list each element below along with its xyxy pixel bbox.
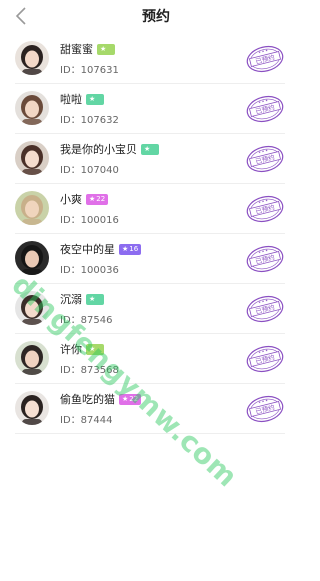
user-id: ID：107040 <box>60 165 119 176</box>
star-icon: ★ <box>89 194 96 203</box>
star-icon: ★ <box>100 44 107 53</box>
top-bar: 预约 <box>0 0 312 32</box>
user-name: 夜空中的星 <box>60 243 115 256</box>
level-badge: ★ <box>141 143 160 155</box>
back-button[interactable] <box>10 5 32 27</box>
name-line: 沉溺 ★ <box>60 292 105 306</box>
level-badge: ★ <box>97 43 116 55</box>
svg-text:已预约: 已预约 <box>254 102 275 115</box>
user-name: 偷鱼吃的猫 <box>60 393 115 406</box>
svg-text:★ ★ ★: ★ ★ ★ <box>258 198 269 204</box>
avatar[interactable] <box>15 241 49 275</box>
user-name: 小爽 <box>60 193 82 206</box>
user-name: 啦啦 <box>60 93 82 106</box>
star-icon: ★ <box>89 94 96 103</box>
svg-text:已预约: 已预约 <box>254 352 275 365</box>
reserved-stamp: 已预约 ★ ★ ★ <box>245 244 285 274</box>
reservation-list: 甜蜜蜜 ★ ID：107631 已预约 ★ ★ ★ 啦啦 ★ ID：107632 已预约 ★ ★ … <box>0 34 312 434</box>
avatar[interactable] <box>15 141 49 175</box>
reserved-stamp: 已预约 ★ ★ ★ <box>245 194 285 224</box>
name-line: 夜空中的星 ★ 16 <box>60 242 142 256</box>
svg-text:已预约: 已预约 <box>254 252 275 265</box>
user-name: 甜蜜蜜 <box>60 43 93 56</box>
reserved-stamp: 已预约 ★ ★ ★ <box>245 44 285 74</box>
page-title: 预约 <box>142 9 170 25</box>
svg-text:已预约: 已预约 <box>254 302 275 315</box>
level-badge: ★ 22 <box>86 193 109 205</box>
name-line: 偷鱼吃的猫 ★ 22 <box>60 392 142 406</box>
avatar[interactable] <box>15 41 49 75</box>
badge-level: 22 <box>129 394 139 403</box>
level-badge: ★ <box>86 343 105 355</box>
reserved-stamp: 已预约 ★ ★ ★ <box>245 394 285 424</box>
avatar[interactable] <box>15 191 49 225</box>
list-item[interactable]: 啦啦 ★ ID：107632 已预约 ★ ★ ★ <box>15 84 285 134</box>
list-item[interactable]: 沉溺 ★ ID：87546 已预约 ★ ★ ★ <box>15 284 285 334</box>
avatar[interactable] <box>15 291 49 325</box>
reserved-stamp: 已预约 ★ ★ ★ <box>245 144 285 174</box>
user-id: ID：107632 <box>60 115 119 126</box>
avatar[interactable] <box>15 341 49 375</box>
chevron-left-icon <box>15 7 26 25</box>
level-badge: ★ <box>86 93 105 105</box>
user-name: 沉溺 <box>60 293 82 306</box>
reserved-stamp: 已预约 ★ ★ ★ <box>245 294 285 324</box>
badge-level: 16 <box>129 244 139 253</box>
svg-text:★ ★ ★: ★ ★ ★ <box>258 48 269 54</box>
list-item[interactable]: 偷鱼吃的猫 ★ 22 ID：87444 已预约 ★ ★ ★ <box>15 384 285 434</box>
name-line: 甜蜜蜜 ★ <box>60 42 116 56</box>
svg-text:已预约: 已预约 <box>254 402 275 415</box>
svg-text:★ ★ ★: ★ ★ ★ <box>258 398 269 404</box>
svg-text:已预约: 已预约 <box>254 52 275 65</box>
svg-text:★ ★ ★: ★ ★ ★ <box>258 298 269 304</box>
user-name: 我是你的小宝贝 <box>60 143 137 156</box>
list-item[interactable]: 甜蜜蜜 ★ ID：107631 已预约 ★ ★ ★ <box>15 34 285 84</box>
list-item[interactable]: 夜空中的星 ★ 16 ID：100036 已预约 ★ ★ ★ <box>15 234 285 284</box>
avatar[interactable] <box>15 91 49 125</box>
star-icon: ★ <box>89 294 96 303</box>
star-icon: ★ <box>89 344 96 353</box>
name-line: 啦啦 ★ <box>60 92 105 106</box>
svg-text:已预约: 已预约 <box>254 202 275 215</box>
user-id: ID：100016 <box>60 215 119 226</box>
user-id: ID：107631 <box>60 65 119 76</box>
svg-text:已预约: 已预约 <box>254 152 275 165</box>
name-line: 许你 ★ <box>60 342 105 356</box>
level-badge: ★ 16 <box>119 243 142 255</box>
svg-text:★ ★ ★: ★ ★ ★ <box>258 98 269 104</box>
user-id: ID：100036 <box>60 265 119 276</box>
badge-level: 22 <box>96 194 106 203</box>
user-id: ID：87444 <box>60 415 113 426</box>
star-icon: ★ <box>122 394 129 403</box>
star-icon: ★ <box>144 144 151 153</box>
user-name: 许你 <box>60 343 82 356</box>
name-line: 我是你的小宝贝 ★ <box>60 142 160 156</box>
reserved-stamp: 已预约 ★ ★ ★ <box>245 344 285 374</box>
list-item[interactable]: 许你 ★ ID：873568 已预约 ★ ★ ★ <box>15 334 285 384</box>
level-badge: ★ <box>86 293 105 305</box>
svg-text:★ ★ ★: ★ ★ ★ <box>258 348 269 354</box>
user-id: ID：873568 <box>60 365 119 376</box>
svg-text:★ ★ ★: ★ ★ ★ <box>258 148 269 154</box>
name-line: 小爽 ★ 22 <box>60 192 109 206</box>
svg-text:★ ★ ★: ★ ★ ★ <box>258 248 269 254</box>
list-item[interactable]: 我是你的小宝贝 ★ ID：107040 已预约 ★ ★ ★ <box>15 134 285 184</box>
star-icon: ★ <box>122 244 129 253</box>
avatar[interactable] <box>15 391 49 425</box>
reserved-stamp: 已预约 ★ ★ ★ <box>245 94 285 124</box>
level-badge: ★ 22 <box>119 393 142 405</box>
list-item[interactable]: 小爽 ★ 22 ID：100016 已预约 ★ ★ ★ <box>15 184 285 234</box>
user-id: ID：87546 <box>60 315 113 326</box>
